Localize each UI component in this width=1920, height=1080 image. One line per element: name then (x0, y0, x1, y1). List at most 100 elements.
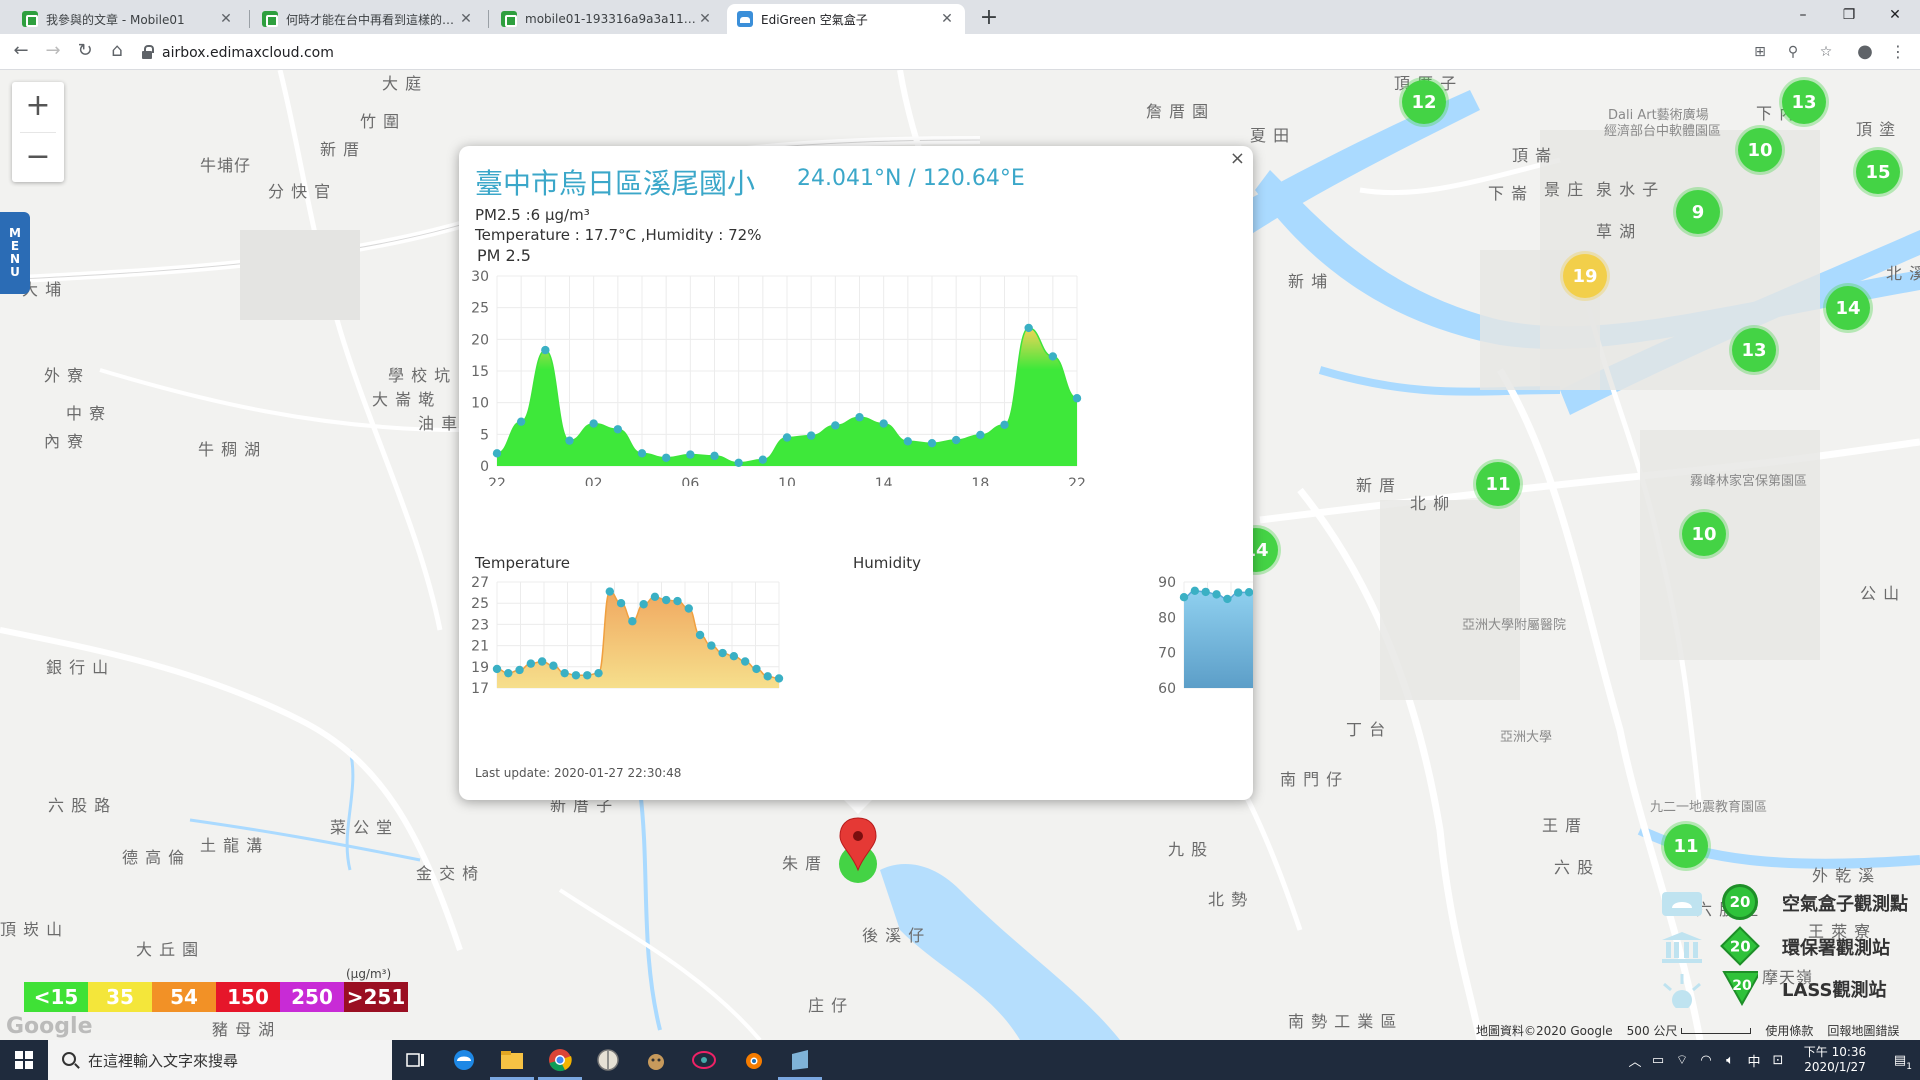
profile-avatar-icon[interactable]: ● (1855, 42, 1875, 62)
chrome-browser-icon[interactable] (536, 1040, 584, 1080)
data-point[interactable] (565, 436, 574, 445)
data-point[interactable] (740, 657, 750, 666)
close-tab-icon[interactable]: ✕ (218, 11, 234, 27)
data-point[interactable] (1000, 420, 1009, 430)
app-icon[interactable] (632, 1040, 680, 1080)
data-point[interactable] (549, 661, 558, 670)
close-tab-icon[interactable]: ✕ (458, 11, 474, 27)
close-popup-button[interactable]: × (1230, 148, 1245, 169)
taskbar-search-box[interactable]: 在這裡輸入文字來搜尋 (48, 1040, 392, 1080)
data-point[interactable] (594, 668, 603, 678)
restore-button[interactable]: ❐ (1826, 4, 1872, 28)
data-point[interactable] (541, 345, 550, 355)
start-button[interactable] (0, 1040, 48, 1080)
data-point[interactable] (537, 657, 547, 666)
data-point[interactable] (718, 648, 727, 658)
ime-mode-icon[interactable]: ⊡ (1766, 1053, 1790, 1068)
blender-icon[interactable] (728, 1040, 776, 1080)
data-point[interactable] (758, 455, 768, 464)
data-point[interactable] (734, 458, 743, 468)
close-window-button[interactable]: ✕ (1872, 4, 1918, 28)
tab-mobile01-articles[interactable]: 我參與的文章 - Mobile01 ✕ (12, 4, 244, 34)
data-point[interactable] (1048, 352, 1058, 361)
new-tab-button[interactable]: + (976, 6, 1002, 32)
data-point[interactable] (695, 630, 705, 640)
app-icon[interactable] (680, 1040, 728, 1080)
data-point[interactable] (589, 419, 598, 428)
terms-link[interactable]: 使用條款 (1765, 1022, 1813, 1039)
data-point[interactable] (1179, 592, 1189, 602)
home-icon[interactable]: ⌂ (104, 40, 130, 64)
report-error-link[interactable]: 回報地圖錯誤 (1827, 1022, 1899, 1039)
station-cluster-marker[interactable]: 19 (1563, 254, 1607, 298)
station-cluster-marker[interactable]: 10 (1682, 512, 1726, 556)
data-point[interactable] (1201, 587, 1210, 597)
edge-browser-icon[interactable] (440, 1040, 488, 1080)
data-point[interactable] (782, 433, 792, 442)
close-tab-icon[interactable]: ✕ (697, 11, 713, 27)
data-point[interactable] (1072, 394, 1082, 403)
data-point[interactable] (662, 595, 671, 605)
data-point[interactable] (628, 617, 637, 626)
selected-station-pin[interactable] (838, 812, 878, 888)
station-cluster-marker[interactable]: 11 (1664, 824, 1708, 868)
tab-mobile01-bluesky[interactable]: 何時才能在台中再看到這樣的藍天 ✕ (252, 4, 484, 34)
bookmark-star-icon[interactable]: ☆ (1816, 42, 1836, 62)
station-cluster-marker[interactable]: 9 (1676, 190, 1720, 234)
data-point[interactable] (903, 437, 913, 446)
minimize-button[interactable]: – (1780, 4, 1826, 28)
data-point[interactable] (571, 671, 581, 680)
zoom-out-button[interactable]: − (12, 133, 64, 183)
data-point[interactable] (684, 604, 693, 613)
data-point[interactable] (515, 665, 524, 675)
data-point[interactable] (639, 600, 648, 609)
volume-icon[interactable]: 🔈︎ (1718, 1053, 1742, 1068)
menu-button[interactable]: M E N U (0, 212, 30, 294)
data-point[interactable] (616, 599, 626, 608)
address-bar[interactable]: airbox.edimaxcloud.com (142, 39, 1742, 66)
network-icon[interactable]: ⌔ (1670, 1052, 1694, 1068)
data-point[interactable] (686, 450, 695, 459)
file-explorer-icon[interactable] (488, 1040, 536, 1080)
back-icon[interactable]: ← (8, 40, 34, 64)
reload-icon[interactable]: ↻ (72, 40, 98, 64)
app-icon[interactable] (776, 1040, 824, 1080)
ime-indicator[interactable]: 中 (1742, 1051, 1766, 1070)
data-point[interactable] (492, 449, 502, 458)
data-point[interactable] (763, 672, 772, 681)
station-cluster-marker[interactable]: 10 (1738, 128, 1782, 172)
data-point[interactable] (1024, 323, 1033, 333)
data-point[interactable] (831, 421, 840, 430)
forward-icon[interactable]: → (40, 40, 66, 64)
data-point[interactable] (583, 671, 592, 680)
data-point[interactable] (613, 425, 623, 434)
data-point[interactable] (1190, 586, 1200, 596)
notification-center-icon[interactable]: ▤ 1 (1880, 1053, 1920, 1072)
data-point[interactable] (637, 449, 647, 458)
station-cluster-marker[interactable]: 14 (1826, 286, 1870, 330)
data-point[interactable] (855, 413, 864, 422)
close-tab-icon[interactable]: ✕ (939, 11, 955, 27)
tab-mobile01-image[interactable]: mobile01-193316a9a3a11dfcb ✕ (491, 4, 723, 34)
data-point[interactable] (806, 431, 816, 440)
data-point[interactable] (1223, 594, 1232, 604)
data-point[interactable] (774, 674, 784, 683)
zoom-icon[interactable]: ⚲ (1783, 42, 1803, 62)
zoom-in-button[interactable]: + (12, 82, 64, 132)
app-icon[interactable] (584, 1040, 632, 1080)
chevron-up-icon[interactable]: ︿ (1624, 1051, 1646, 1070)
data-point[interactable] (752, 664, 761, 674)
data-point[interactable] (1212, 590, 1221, 599)
data-point[interactable] (661, 453, 671, 462)
data-point[interactable] (516, 417, 526, 426)
station-cluster-marker[interactable]: 13 (1732, 328, 1776, 372)
station-cluster-marker[interactable]: 11 (1476, 462, 1520, 506)
system-clock[interactable]: 下午 10:36 2020/1/27 (1790, 1045, 1880, 1075)
data-point[interactable] (1234, 588, 1243, 597)
data-point[interactable] (707, 641, 716, 650)
data-point[interactable] (879, 419, 888, 428)
tab-edigreen[interactable]: EdiGreen 空氣盒子 ✕ (727, 4, 965, 34)
task-view-icon[interactable] (392, 1040, 440, 1080)
battery-icon[interactable]: ▭ (1646, 1053, 1670, 1068)
station-cluster-marker[interactable]: 15 (1856, 150, 1900, 194)
